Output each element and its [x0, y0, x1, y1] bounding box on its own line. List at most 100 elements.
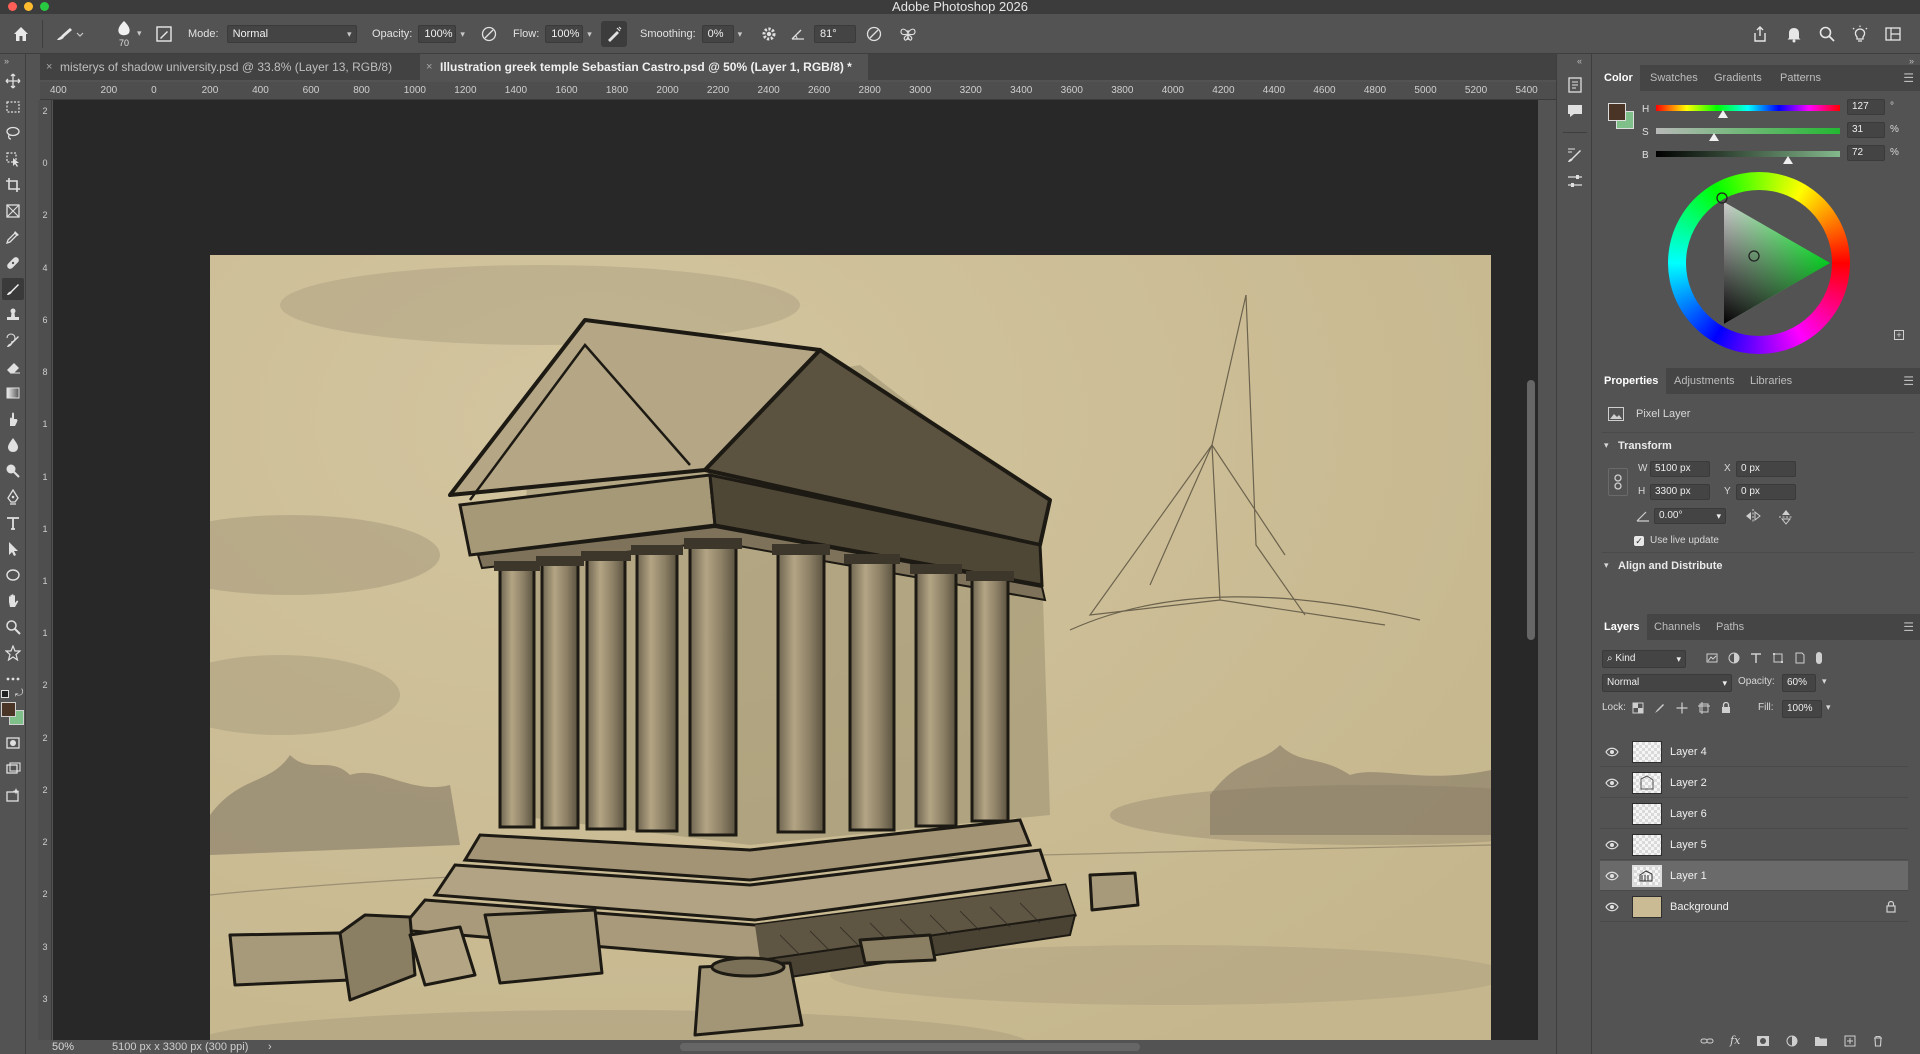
blend-mode-select[interactable]: Normal ▾	[1602, 674, 1732, 692]
link-dimensions-button[interactable]	[1608, 468, 1628, 496]
visibility-toggle[interactable]	[1600, 902, 1624, 912]
fill-chevron[interactable]: ▾	[1826, 702, 1831, 713]
tab-misterys[interactable]: × misterys of shadow university.psd @ 33…	[40, 54, 420, 80]
star-tool[interactable]	[2, 642, 24, 664]
lock-artboard-icon[interactable]	[1698, 702, 1710, 714]
layer-row-layer-5[interactable]: Layer 5	[1600, 830, 1908, 860]
layer-opacity-field[interactable]: 60%	[1782, 674, 1816, 692]
color-wheel[interactable]	[1668, 172, 1850, 354]
type-tool[interactable]	[2, 512, 24, 534]
frame-tool[interactable]	[2, 200, 24, 222]
transform-chevron-icon[interactable]: ▾	[1604, 440, 1609, 451]
screen-mode-button[interactable]	[2, 758, 24, 780]
panel-foreground-swatch[interactable]	[1608, 103, 1626, 121]
tab-libraries[interactable]: Libraries	[1742, 368, 1800, 394]
visibility-toggle[interactable]	[1600, 747, 1624, 757]
height-field[interactable]: 3300 px	[1650, 484, 1710, 500]
edit-toolbar-button[interactable]	[2, 668, 24, 690]
close-tab-icon[interactable]: ×	[426, 54, 432, 80]
brightness-slider[interactable]	[1656, 151, 1840, 157]
share-button[interactable]	[1747, 21, 1773, 47]
pen-tool[interactable]	[2, 486, 24, 508]
fill-field[interactable]: 100%	[1782, 700, 1822, 718]
canvas-horizontal-scrollbar[interactable]	[680, 1043, 1140, 1051]
filter-smart-object-icon[interactable]	[1794, 652, 1806, 664]
expand-color-panel-icon[interactable]: +	[1894, 330, 1904, 340]
saturation-slider-thumb[interactable]	[1709, 133, 1719, 141]
adjustments-strip-button[interactable]	[1566, 172, 1584, 190]
move-tool[interactable]	[2, 70, 24, 92]
new-adjustment-icon[interactable]	[1786, 1035, 1798, 1047]
rotation-field[interactable]: 0.00° ▾	[1654, 508, 1726, 524]
brush-preset-chevron[interactable]: ▾	[137, 28, 142, 39]
brush-settings-toggle[interactable]	[151, 21, 177, 47]
path-select-tool[interactable]	[2, 538, 24, 560]
flip-vertical-button[interactable]	[1778, 508, 1794, 526]
visibility-toggle[interactable]	[1600, 778, 1624, 788]
layer-style-icon[interactable]: fx	[1730, 1034, 1740, 1047]
layer-filter-select[interactable]: ⌕ Kind ▾	[1602, 650, 1686, 668]
opacity-field[interactable]: 100%	[418, 25, 457, 43]
layer-name[interactable]: Layer 1	[1670, 870, 1707, 882]
tab-color[interactable]: Color	[1596, 65, 1640, 91]
flow-slider-toggle[interactable]: ▾	[587, 29, 592, 40]
swap-colors-icon[interactable]: ⤾	[15, 688, 23, 699]
pressure-opacity-toggle[interactable]	[476, 21, 502, 47]
delete-layer-icon[interactable]	[1872, 1035, 1884, 1047]
tab-properties[interactable]: Properties	[1596, 368, 1667, 394]
visibility-toggle[interactable]	[1600, 871, 1624, 881]
notifications-button[interactable]	[1781, 21, 1807, 47]
layer-row-layer-1[interactable]: Layer 1	[1600, 861, 1908, 891]
add-mask-icon[interactable]	[1756, 1035, 1770, 1047]
lock-transparent-icon[interactable]	[1632, 702, 1644, 714]
close-tab-icon[interactable]: ×	[46, 54, 52, 80]
brush-tool[interactable]	[2, 278, 24, 300]
flow-field[interactable]: 100%	[545, 25, 584, 43]
airbrush-toggle[interactable]	[601, 21, 627, 47]
quick-mask-button[interactable]	[2, 732, 24, 754]
history-brush-tool[interactable]	[2, 330, 24, 352]
layers-panel-menu-icon[interactable]: ☰	[1903, 620, 1914, 634]
workspace-button[interactable]	[1880, 21, 1906, 47]
layer-row-layer-6[interactable]: Layer 6	[1600, 799, 1908, 829]
layer-name[interactable]: Layer 4	[1670, 746, 1707, 758]
canvas-vertical-scrollbar[interactable]	[1527, 380, 1535, 640]
lasso-tool[interactable]	[2, 122, 24, 144]
filter-adjustment-icon[interactable]	[1728, 652, 1740, 664]
layer-name[interactable]: Background	[1670, 901, 1729, 913]
saturation-slider[interactable]	[1656, 128, 1840, 134]
object-select-tool[interactable]	[2, 148, 24, 170]
smoothing-field[interactable]: 0%	[701, 25, 734, 43]
tab-layers[interactable]: Layers	[1596, 614, 1648, 640]
search-button[interactable]	[1814, 21, 1840, 47]
layer-name[interactable]: Layer 2	[1670, 777, 1707, 789]
comments-panel-button[interactable]	[1566, 102, 1584, 120]
dodge-tool[interactable]	[2, 460, 24, 482]
layer-row-background[interactable]: Background	[1600, 892, 1908, 922]
lock-all-icon[interactable]	[1720, 702, 1732, 714]
visibility-toggle[interactable]	[1600, 840, 1624, 850]
generative-button[interactable]	[2, 784, 24, 806]
link-layers-icon[interactable]	[1700, 1035, 1714, 1047]
smoothing-slider-toggle[interactable]: ▾	[738, 29, 743, 40]
crop-tool[interactable]	[2, 174, 24, 196]
status-menu-arrow[interactable]: ›	[268, 1040, 272, 1054]
y-field[interactable]: 0 px	[1736, 484, 1796, 500]
mode-select[interactable]: Normal ▾	[226, 25, 357, 43]
filter-shape-icon[interactable]	[1772, 652, 1784, 664]
history-panel-button[interactable]	[1566, 76, 1584, 94]
align-chevron-icon[interactable]: ▾	[1604, 560, 1609, 571]
color-triangle[interactable]	[1668, 172, 1850, 354]
tab-gradients[interactable]: Gradients	[1706, 65, 1770, 91]
default-colors-icon[interactable]	[1, 690, 9, 698]
saturation-value-field[interactable]: 31	[1847, 122, 1885, 138]
visibility-toggle-off[interactable]	[1600, 809, 1624, 819]
layer-name[interactable]: Layer 5	[1670, 839, 1707, 851]
tab-greek-temple[interactable]: × Illustration greek temple Sebastian Ca…	[420, 54, 868, 80]
tab-patterns[interactable]: Patterns	[1772, 65, 1829, 91]
opacity-slider-toggle[interactable]: ▾	[460, 29, 465, 40]
new-layer-icon[interactable]	[1844, 1035, 1856, 1047]
tab-swatches[interactable]: Swatches	[1642, 65, 1706, 91]
gradient-tool[interactable]	[2, 382, 24, 404]
shape-tool[interactable]	[2, 564, 24, 586]
